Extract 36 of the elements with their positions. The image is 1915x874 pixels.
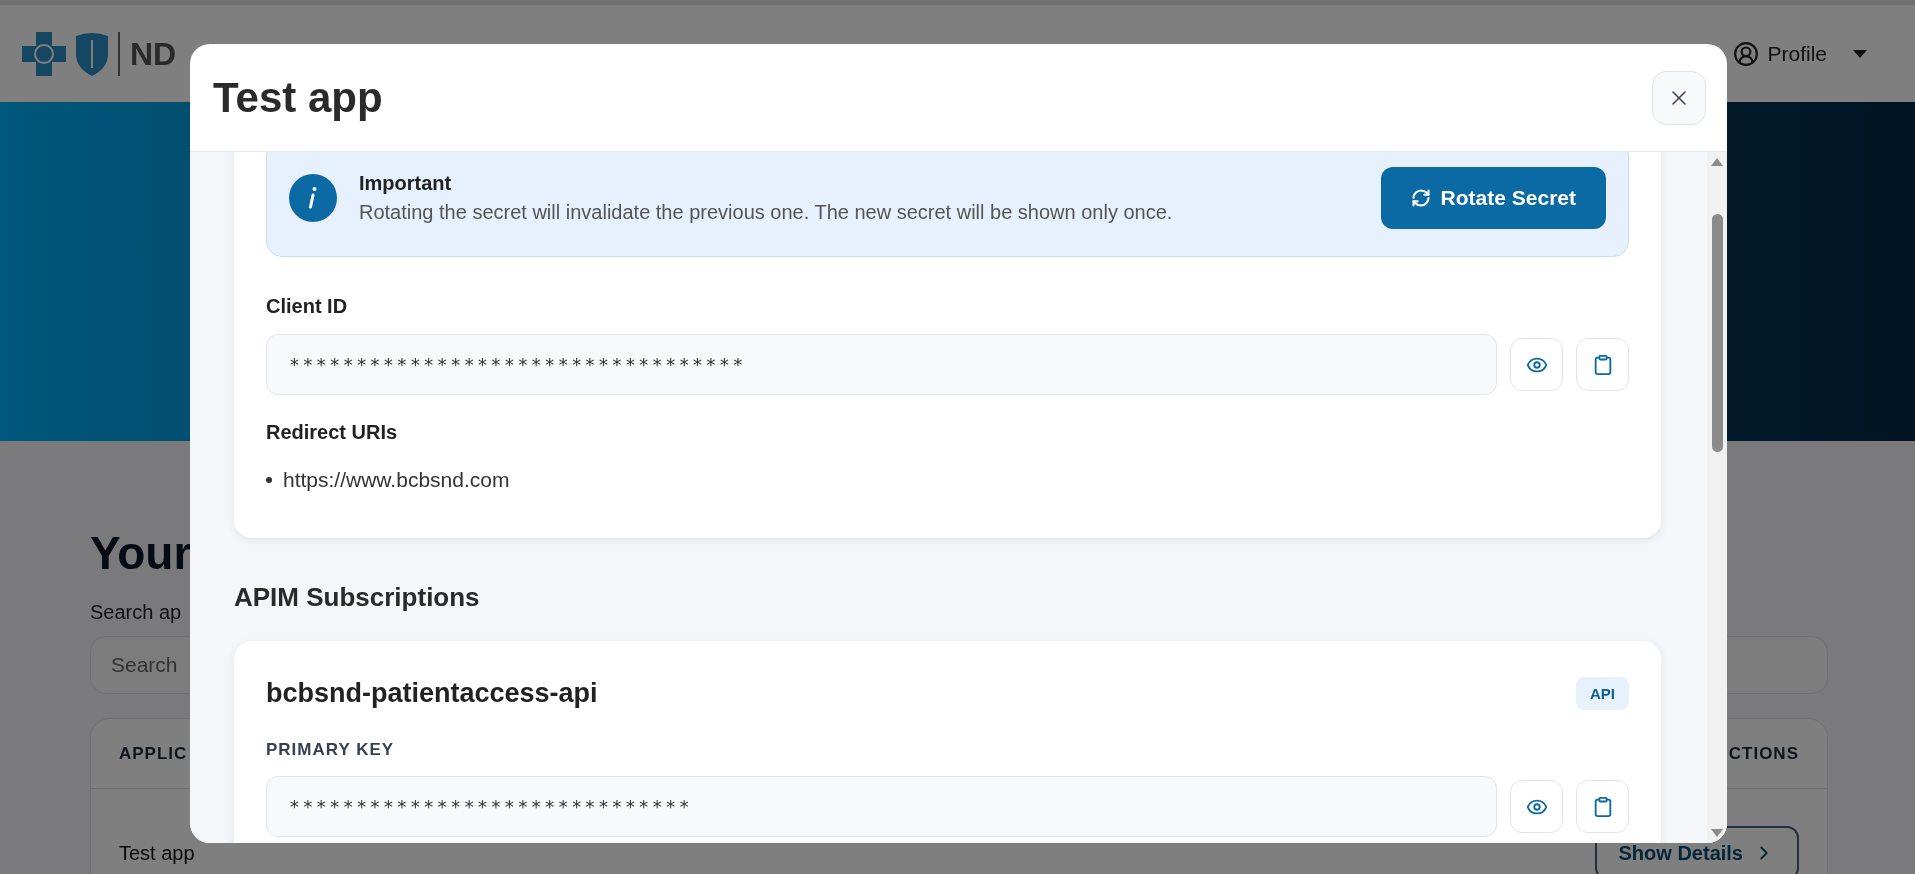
logo-text: ND [118,31,177,76]
close-button[interactable] [1652,70,1706,125]
redirect-uri: https://www.bcbsnd.com [283,468,510,492]
shield-logo-icon [74,31,110,76]
copy-button[interactable] [1576,338,1629,391]
bullet-icon [266,477,272,483]
user-icon [1733,40,1760,67]
copy-button[interactable] [1576,780,1629,833]
modal-title: Test app [213,73,383,122]
caret-icon[interactable] [1853,49,1867,58]
cross-logo-icon [22,31,66,76]
refresh-icon [1410,188,1431,208]
show-button[interactable] [1510,780,1563,833]
page-heading: Your [90,526,193,581]
column-header: APPLIC [119,743,188,764]
scroll-down-icon[interactable] [1711,829,1723,837]
subscription-name: bcbsnd-patientaccess-api [266,678,598,709]
field-label: PRIMARY KEY [266,740,396,760]
scrollbar[interactable] [1707,152,1727,843]
field-label: Client ID [266,295,349,318]
primary-key-field[interactable]: ****************************** [266,776,1497,837]
section-title: APIM Subscriptions [234,582,481,613]
notice-text: Rotating the secret will invalidate the previous one. The new secret will be shown only once. [359,201,1174,224]
scrollbar-thumb[interactable] [1711,214,1723,452]
info-icon [289,174,337,222]
column-header: CTIONS [1728,743,1799,764]
rotate-secret-button[interactable]: Rotate Secret [1380,167,1606,229]
search-label: Search ap [90,601,183,624]
field-label: Redirect URIs [266,421,399,444]
table-cell: Test app [119,841,195,865]
notice-title: Important [359,172,453,195]
api-badge: API [1576,677,1629,710]
profile-menu[interactable]: Profile [1767,41,1827,66]
scroll-up-icon[interactable] [1711,158,1723,166]
show-button[interactable] [1510,338,1563,391]
client-id-field[interactable]: ********************************** [266,334,1497,395]
